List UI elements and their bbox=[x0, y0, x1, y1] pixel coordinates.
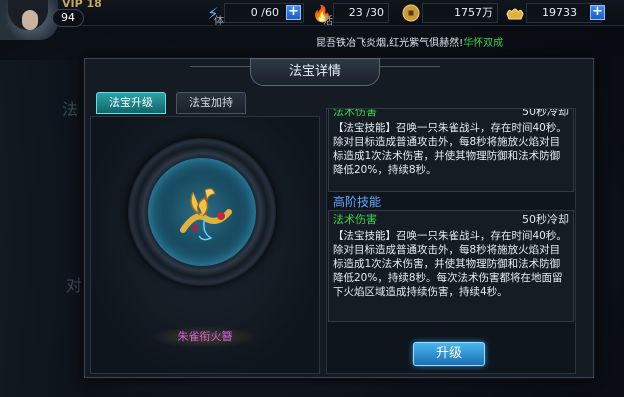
upgrade-button[interactable]: 升级 bbox=[413, 342, 485, 366]
background-glyph: 对 bbox=[66, 276, 83, 295]
base-skill-block: 法术伤害 50秒冷却 【法宝技能】召唤一只朱雀战斗，存在时间40秒。除对目标造成… bbox=[328, 108, 574, 192]
advanced-skill-block: 法术伤害 50秒冷却 【法宝技能】召唤一只朱雀战斗，存在时间40秒。除对目标造成… bbox=[328, 210, 574, 322]
add-stamina-button[interactable]: + bbox=[286, 5, 301, 20]
tab-artifact-enhance[interactable]: 法宝加持 bbox=[176, 92, 246, 114]
energy-value: 23 /30 bbox=[333, 3, 389, 23]
gold-ingot-icon bbox=[504, 2, 526, 24]
coin-icon bbox=[400, 2, 422, 24]
stamina-tag: 体 bbox=[214, 16, 224, 27]
advanced-skill-cooldown: 50秒冷却 bbox=[522, 213, 569, 226]
artifact-name: 朱雀衔火簪 bbox=[150, 326, 260, 348]
advanced-skill-header: 法术伤害 50秒冷却 bbox=[333, 213, 569, 227]
system-broadcast: 昆吾铁冶飞炎烟,红光紫气俱赫然!华怀双成 bbox=[316, 34, 503, 49]
title-ornament-right bbox=[380, 66, 440, 76]
tab-artifact-upgrade[interactable]: 法宝升级 bbox=[96, 92, 166, 114]
base-skill-header: 法术伤害 50秒冷却 bbox=[333, 108, 569, 119]
background-glyph: 法 bbox=[62, 100, 79, 119]
base-skill-type: 法术伤害 bbox=[333, 108, 377, 118]
panel-title: 法宝详情 bbox=[250, 58, 380, 86]
avatar[interactable] bbox=[0, 0, 58, 40]
broadcast-text: 昆吾铁冶飞炎烟,红光紫气俱赫然! bbox=[316, 38, 464, 49]
avatar-face bbox=[22, 10, 38, 30]
broadcast-highlight: 华怀双成 bbox=[463, 38, 504, 49]
base-skill-text: 【法宝技能】召唤一只朱雀战斗，存在时间40秒。除对目标造成普通攻击外，每8秒将施… bbox=[333, 122, 567, 176]
advanced-skill-text: 【法宝技能】召唤一只朱雀战斗，存在时间40秒。除对目标造成普通攻击外，每8秒将施… bbox=[333, 230, 567, 298]
player-level: 94 bbox=[52, 9, 84, 27]
coin-value: 1757万 bbox=[422, 3, 498, 23]
add-ingot-button[interactable]: + bbox=[590, 5, 605, 20]
title-ornament-left bbox=[190, 66, 250, 76]
base-skill-cooldown: 50秒冷却 bbox=[522, 108, 569, 118]
hairpin-artifact-icon bbox=[180, 188, 232, 241]
advanced-skill-title: 高阶技能 bbox=[333, 195, 382, 209]
advanced-skill-type: 法术伤害 bbox=[333, 213, 377, 226]
energy-tag: 活 bbox=[323, 16, 333, 27]
